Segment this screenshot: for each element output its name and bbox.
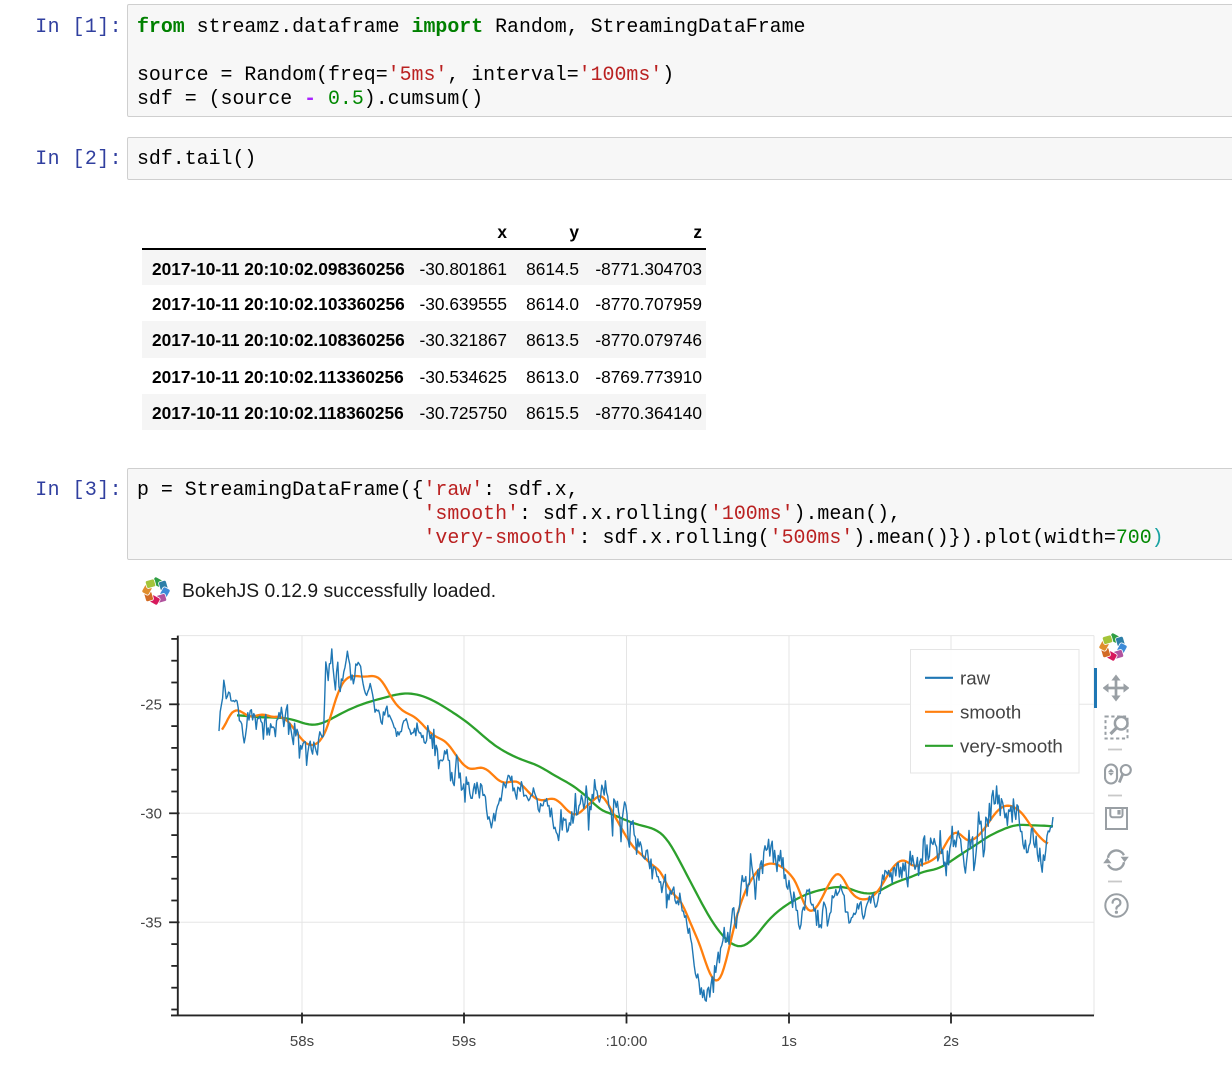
svg-text:-25: -25 bbox=[140, 697, 162, 714]
svg-text:raw: raw bbox=[960, 667, 991, 688]
svg-text:-30: -30 bbox=[140, 806, 162, 823]
svg-text::10:00: :10:00 bbox=[606, 1033, 648, 1050]
svg-text:very-smooth: very-smooth bbox=[960, 735, 1063, 756]
svg-text:smooth: smooth bbox=[960, 701, 1021, 722]
svg-text:-35: -35 bbox=[140, 915, 162, 932]
svg-text:1s: 1s bbox=[781, 1033, 797, 1050]
svg-text:59s: 59s bbox=[452, 1033, 476, 1050]
svg-text:58s: 58s bbox=[290, 1033, 314, 1050]
svg-text:2s: 2s bbox=[943, 1033, 959, 1050]
